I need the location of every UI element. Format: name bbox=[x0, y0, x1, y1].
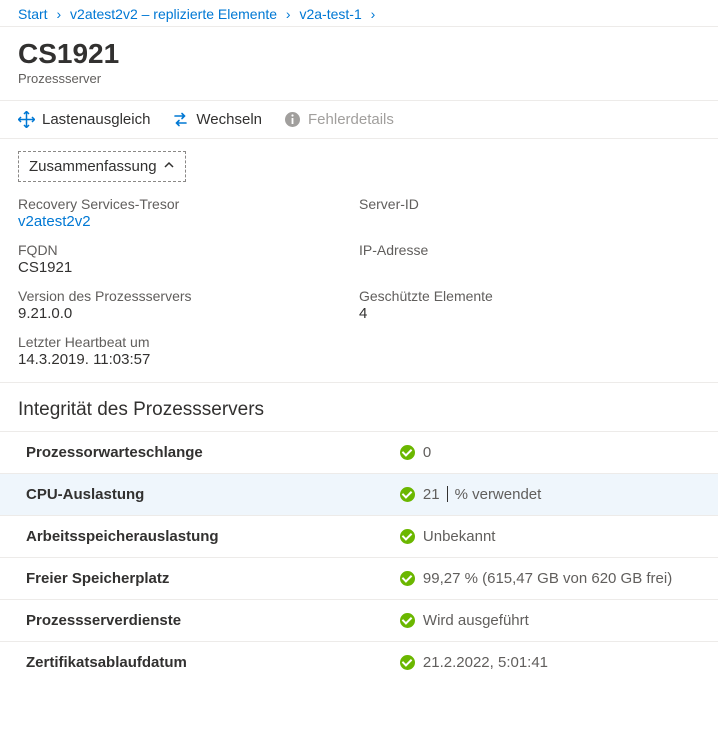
status-ok-icon bbox=[400, 655, 415, 670]
status-ok-icon bbox=[400, 571, 415, 586]
summary-label: Server-ID bbox=[359, 196, 700, 212]
health-value-text: 0 bbox=[423, 444, 431, 461]
page-header: CS1921 Prozessserver bbox=[0, 27, 718, 101]
health-row[interactable]: Zertifikatsablaufdatum 21.2.2022, 5:01:41 bbox=[0, 641, 718, 683]
chevron-right-icon: › bbox=[366, 6, 381, 22]
summary-grid: Recovery Services-Tresor v2atest2v2 Serv… bbox=[0, 192, 718, 383]
health-value-text: Wird ausgeführt bbox=[423, 612, 529, 629]
info-icon bbox=[284, 111, 301, 128]
summary-toggle[interactable]: Zusammenfassung bbox=[18, 151, 186, 182]
health-row[interactable]: Arbeitsspeicherauslastung Unbekannt bbox=[0, 515, 718, 557]
text-cursor-icon bbox=[447, 486, 448, 502]
health-value-text: 99,27 % (615,47 GB von 620 GB frei) bbox=[423, 570, 672, 587]
health-row-label: Zertifikatsablaufdatum bbox=[18, 654, 400, 671]
chevron-right-icon: › bbox=[281, 6, 296, 22]
summary-toggle-label: Zusammenfassung bbox=[29, 158, 157, 175]
health-row[interactable]: Freier Speicherplatz 99,27 % (615,47 GB v… bbox=[0, 557, 718, 599]
summary-label: FQDN bbox=[18, 242, 359, 258]
summary-protected-items: Geschützte Elemente 4 bbox=[359, 288, 700, 322]
breadcrumb-link-item[interactable]: v2a-test-1 bbox=[299, 6, 361, 22]
health-value-text: Unbekannt bbox=[423, 528, 496, 545]
health-value-text: % verwendet bbox=[455, 486, 542, 503]
health-row-value: Wird ausgeführt bbox=[400, 612, 700, 629]
health-row[interactable]: Prozessserverdienste Wird ausgeführt bbox=[0, 599, 718, 641]
toolbar-label: Lastenausgleich bbox=[42, 111, 150, 128]
switch-button[interactable]: Wechseln bbox=[172, 111, 262, 128]
summary-fqdn: FQDN CS1921 bbox=[18, 242, 359, 276]
health-row-label: Freier Speicherplatz bbox=[18, 570, 400, 587]
toolbar-label: Fehlerdetails bbox=[308, 111, 394, 128]
health-row-label: Prozessorwarteschlange bbox=[18, 444, 400, 461]
summary-value: CS1921 bbox=[18, 259, 359, 276]
health-row[interactable]: CPU-Auslastung21 % verwendet bbox=[0, 473, 718, 515]
health-section-title: Integrität des Prozessservers bbox=[0, 383, 718, 431]
breadcrumb-link-vault[interactable]: v2atest2v2 – replizierte Elemente bbox=[70, 6, 277, 22]
status-ok-icon bbox=[400, 613, 415, 628]
chevron-up-icon bbox=[163, 158, 175, 175]
page-title: CS1921 bbox=[18, 39, 700, 70]
chevron-right-icon: › bbox=[51, 6, 66, 22]
summary-value-link[interactable]: v2atest2v2 bbox=[18, 213, 359, 230]
health-row-value: 99,27 % (615,47 GB von 620 GB frei) bbox=[400, 570, 700, 587]
summary-heartbeat: Letzter Heartbeat um 14.3.2019. 11:03:57 bbox=[18, 334, 359, 368]
health-row-label: CPU-Auslastung bbox=[18, 486, 400, 503]
health-value-text: 21.2.2022, 5:01:41 bbox=[423, 654, 548, 671]
breadcrumb: Start › v2atest2v2 – replizierte Element… bbox=[0, 0, 718, 27]
swap-icon bbox=[172, 111, 189, 128]
breadcrumb-link-start[interactable]: Start bbox=[18, 6, 48, 22]
health-row-value: 0 bbox=[400, 444, 700, 461]
error-details-button: Fehlerdetails bbox=[284, 111, 394, 128]
health-row-value: 21.2.2022, 5:01:41 bbox=[400, 654, 700, 671]
summary-value: 4 bbox=[359, 305, 700, 322]
summary-ip: IP-Adresse bbox=[359, 242, 700, 276]
toolbar-label: Wechseln bbox=[196, 111, 262, 128]
summary-value: 9.21.0.0 bbox=[18, 305, 359, 322]
summary-label: IP-Adresse bbox=[359, 242, 700, 258]
load-balance-button[interactable]: Lastenausgleich bbox=[18, 111, 150, 128]
health-row[interactable]: Prozessorwarteschlange 0 bbox=[0, 431, 718, 473]
health-row-value: 21 % verwendet bbox=[400, 486, 700, 503]
status-ok-icon bbox=[400, 529, 415, 544]
health-row-label: Prozessserverdienste bbox=[18, 612, 400, 629]
summary-label: Geschützte Elemente bbox=[359, 288, 700, 304]
page-subtitle: Prozessserver bbox=[18, 71, 700, 86]
summary-server-id: Server-ID bbox=[359, 196, 700, 230]
summary-label: Recovery Services-Tresor bbox=[18, 196, 359, 212]
health-value-text: 21 bbox=[423, 486, 440, 503]
summary-recovery-vault: Recovery Services-Tresor v2atest2v2 bbox=[18, 196, 359, 230]
summary-version: Version des Prozessservers 9.21.0.0 bbox=[18, 288, 359, 322]
summary-label: Letzter Heartbeat um bbox=[18, 334, 359, 350]
health-row-label: Arbeitsspeicherauslastung bbox=[18, 528, 400, 545]
summary-label: Version des Prozessservers bbox=[18, 288, 359, 304]
health-row-value: Unbekannt bbox=[400, 528, 700, 545]
summary-value: 14.3.2019. 11:03:57 bbox=[18, 351, 359, 368]
status-ok-icon bbox=[400, 487, 415, 502]
status-ok-icon bbox=[400, 445, 415, 460]
toolbar: Lastenausgleich Wechseln Fehlerdetails bbox=[0, 101, 718, 139]
move-icon bbox=[18, 111, 35, 128]
